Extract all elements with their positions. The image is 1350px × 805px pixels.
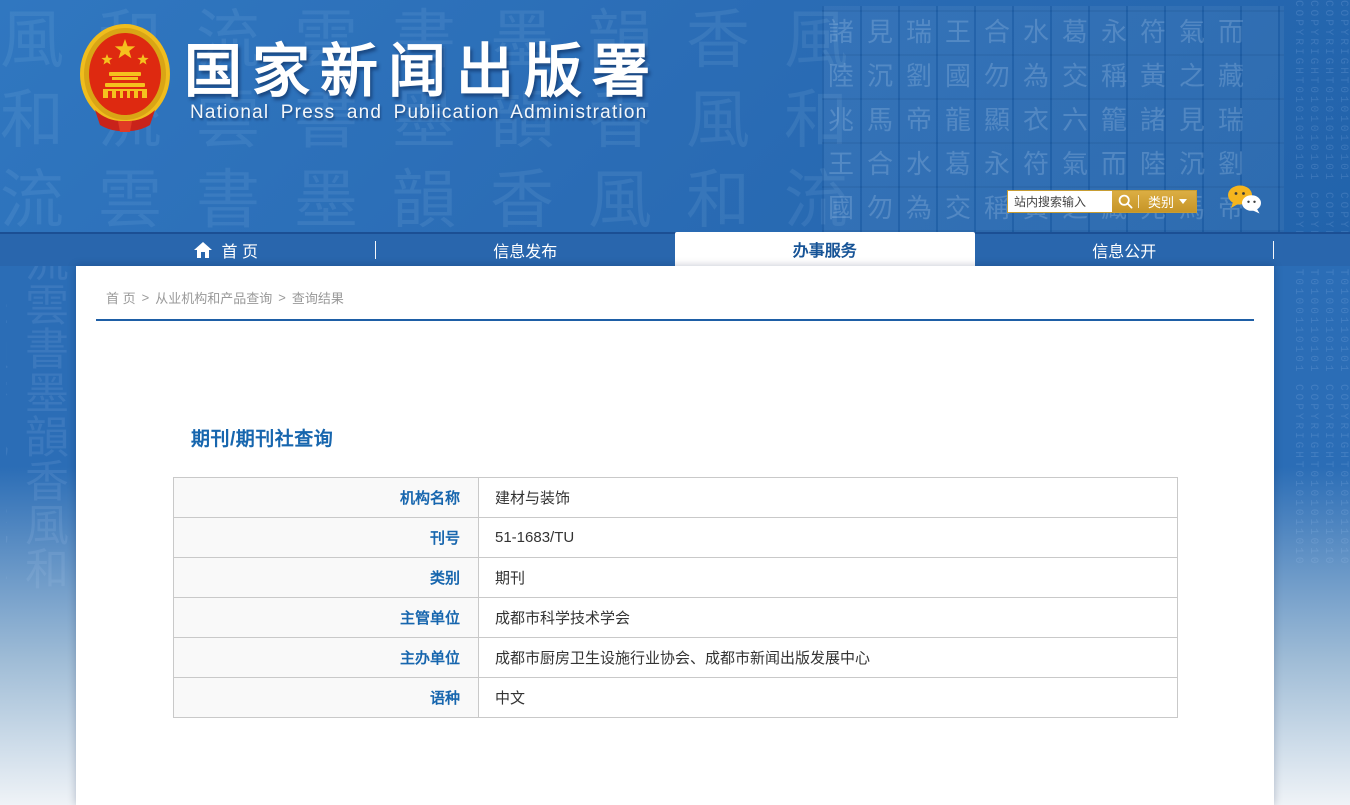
nav-item-label: 信息公开	[1092, 238, 1156, 262]
nav-item-label: 信息发布	[493, 238, 557, 262]
nav-item-home[interactable]: 首 页	[76, 234, 376, 266]
row-value: 成都市科学技术学会	[479, 598, 1177, 637]
caret-down-icon	[1179, 199, 1187, 204]
category-dropdown[interactable]: 类别	[1139, 192, 1196, 211]
row-label: 主办单位	[174, 638, 479, 677]
row-value: 期刊	[479, 558, 1177, 597]
breadcrumb-separator: >	[278, 290, 286, 305]
breadcrumb-divider-line	[96, 319, 1254, 321]
breadcrumb-separator: >	[142, 290, 150, 305]
national-emblem-logo[interactable]	[78, 22, 172, 136]
search-input[interactable]	[1008, 191, 1112, 212]
row-label: 语种	[174, 678, 479, 717]
nav-item-label: 首 页	[222, 238, 258, 262]
breadcrumb: 首 页 > 从业机构和产品查询 > 查询结果	[76, 266, 1274, 307]
category-label: 类别	[1148, 192, 1174, 211]
wechat-button[interactable]	[1226, 184, 1262, 218]
row-label: 类别	[174, 558, 479, 597]
search-icon	[1118, 194, 1133, 209]
site-search: 类别	[1007, 190, 1197, 213]
site-header: 風和流雲書墨韻香風和流雲書墨韻香風和流雲書墨韻香風和流雲書墨韻香 諸見瑞王合水葛…	[0, 0, 1350, 232]
row-value: 成都市厨房卫生设施行业协会、成都市新闻出版发展中心	[479, 638, 1177, 677]
table-row: 机构名称 建材与装饰	[174, 478, 1177, 518]
home-icon	[194, 242, 212, 258]
table-row: 语种 中文	[174, 678, 1177, 718]
breadcrumb-query-link[interactable]: 从业机构和产品查询	[155, 288, 272, 307]
search-button[interactable]	[1112, 191, 1138, 212]
nav-item-info-disclosure[interactable]: 信息公开	[975, 234, 1275, 266]
main-nav: 首 页 信息发布 办事服务 信息公开	[0, 232, 1350, 266]
row-label: 主管单位	[174, 598, 479, 637]
nav-item-info-release[interactable]: 信息发布	[376, 234, 676, 266]
breadcrumb-current: 查询结果	[292, 288, 344, 307]
site-subtitle: National Press and Publication Administr…	[190, 102, 647, 124]
row-label: 机构名称	[174, 478, 479, 517]
result-table: 机构名称 建材与装饰 刊号 51-1683/TU 类别 期刊 主管单位 成都市科…	[173, 477, 1178, 718]
page-title: 期刊/期刊社查询	[191, 424, 1274, 451]
content-panel: 首 页 > 从业机构和产品查询 > 查询结果 期刊/期刊社查询 机构名称 建材与…	[76, 266, 1274, 805]
row-value: 中文	[479, 678, 1177, 717]
site-title: 国家新闻出版署	[184, 24, 660, 108]
copyright-binary-watermark: COPYRIGHT0101010101 COPYRIGHT0100110101 …	[1278, 0, 1350, 640]
breadcrumb-home-link[interactable]: 首 页	[106, 288, 136, 307]
table-row: 主管单位 成都市科学技术学会	[174, 598, 1177, 638]
row-label: 刊号	[174, 518, 479, 557]
table-row: 主办单位 成都市厨房卫生设施行业协会、成都市新闻出版发展中心	[174, 638, 1177, 678]
table-row: 刊号 51-1683/TU	[174, 518, 1177, 558]
wechat-icon	[1226, 184, 1262, 216]
nav-item-label: 办事服务	[793, 237, 857, 261]
row-value: 建材与装饰	[479, 478, 1177, 517]
row-value: 51-1683/TU	[479, 518, 1177, 557]
table-row: 类别 期刊	[174, 558, 1177, 598]
nav-item-services[interactable]: 办事服务	[675, 232, 975, 266]
national-emblem-icon	[78, 22, 172, 136]
